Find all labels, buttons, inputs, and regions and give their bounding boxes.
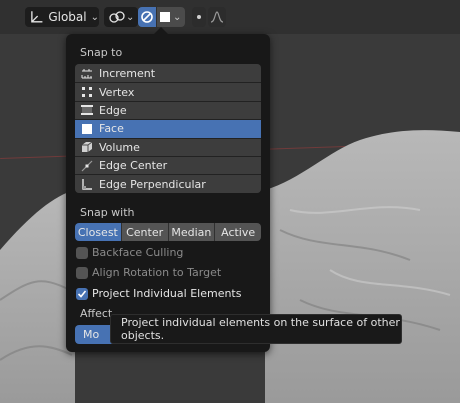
snap-target-dropdown[interactable]: ⌄ [157, 7, 185, 27]
pivot-link-icon [109, 11, 125, 23]
chevron-down-icon: ⌄ [90, 11, 99, 23]
snap-with-segmented: Closest Center Median Active [75, 223, 261, 241]
affect-heading: Affect [80, 307, 113, 320]
checkmark-icon [77, 289, 87, 298]
backface-culling-label: Backface Culling [92, 246, 184, 259]
pivot-dropdown[interactable]: ⌄ [104, 7, 138, 27]
snap-target-label: Edge Center [99, 159, 168, 173]
snapping-popover: Snap to Increment Vertex Edge Face Volum… [66, 27, 270, 352]
chevron-down-icon: ⌄ [173, 11, 182, 23]
snap-target-edge-center[interactable]: Edge Center [75, 155, 261, 175]
vertex-icon [79, 86, 95, 98]
snap-target-label: Increment [99, 66, 156, 80]
checkbox-box[interactable] [76, 287, 88, 300]
dot-icon [197, 15, 201, 19]
snap-target-label: Face [99, 122, 124, 136]
project-individual-checkbox[interactable]: Project Individual Elements [76, 287, 241, 300]
proportional-edit-toggle[interactable] [192, 7, 206, 27]
snap-target-volume[interactable]: Volume [75, 137, 261, 156]
snap-target-label: Volume [99, 140, 140, 154]
volume-icon [79, 141, 95, 153]
align-rotation-label: Align Rotation to Target [92, 266, 222, 279]
popover-arrow [154, 27, 168, 34]
increment-icon [79, 67, 95, 79]
viewport-header: Global ⌄ ⌄ ⌄ [0, 0, 460, 34]
snap-target-label: Edge [99, 103, 127, 117]
tooltip: Project individual elements on the surfa… [110, 314, 402, 344]
falloff-curve-icon [210, 11, 224, 23]
magnet-snap-icon [141, 11, 153, 23]
transform-orientation-icon [31, 11, 43, 23]
edge-perpendicular-icon [79, 178, 95, 190]
snap-target-label: Vertex [99, 85, 135, 99]
chevron-down-icon: ⌄ [126, 11, 135, 23]
snap-with-center[interactable]: Center [120, 223, 168, 241]
snap-target-list: Increment Vertex Edge Face Volume Edge C… [75, 64, 261, 193]
falloff-dropdown[interactable] [208, 7, 226, 27]
snap-with-active[interactable]: Active [214, 223, 261, 241]
snap-to-heading: Snap to [80, 46, 123, 59]
snap-target-label: Edge Perpendicular [99, 177, 206, 191]
orientation-dropdown[interactable]: Global ⌄ [25, 7, 99, 27]
snap-with-median[interactable]: Median [167, 223, 215, 241]
snap-target-increment[interactable]: Increment [75, 64, 261, 83]
edge-center-icon [79, 160, 95, 172]
snap-target-edge[interactable]: Edge [75, 100, 261, 120]
snap-target-vertex[interactable]: Vertex [75, 82, 261, 101]
snap-with-closest[interactable]: Closest [75, 223, 121, 241]
affect-move-button[interactable]: Mo [75, 325, 115, 344]
snap-target-face[interactable]: Face [75, 119, 261, 138]
snap-target-edge-perpendicular[interactable]: Edge Perpendicular [75, 174, 261, 193]
tooltip-text: Project individual elements on the surfa… [121, 316, 400, 342]
orientation-label: Global [48, 10, 87, 24]
align-rotation-checkbox[interactable]: Align Rotation to Target [76, 266, 221, 279]
project-individual-label: Project Individual Elements [92, 287, 242, 300]
snap-with-heading: Snap with [80, 206, 135, 219]
checkbox-box[interactable] [76, 266, 88, 279]
backface-culling-checkbox[interactable]: Backface Culling [76, 246, 183, 259]
snap-toggle[interactable] [138, 7, 156, 27]
face-target-icon [160, 12, 170, 22]
face-icon [79, 123, 95, 135]
checkbox-box[interactable] [76, 246, 88, 259]
edge-icon [79, 104, 95, 116]
